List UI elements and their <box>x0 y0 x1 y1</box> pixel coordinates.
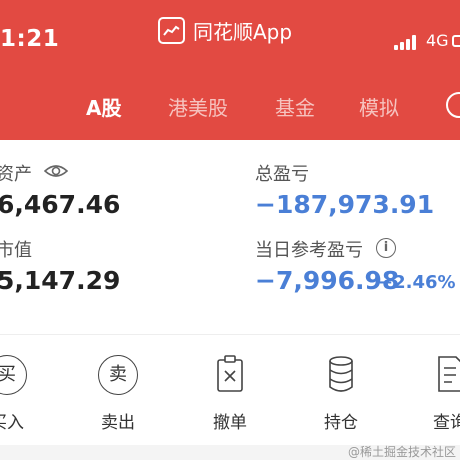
query-label: 查询 <box>433 413 460 433</box>
market-value: 5,147.29 <box>0 266 121 295</box>
network-type: 4G <box>426 31 449 50</box>
signal-icon <box>394 34 416 50</box>
daily-pl-percent: −2.46% <box>378 272 456 293</box>
positions-icon <box>329 356 353 392</box>
cancel-order-icon <box>217 355 243 392</box>
buy-label: 买入 <box>0 413 24 433</box>
market-value-label: 市值 <box>0 240 32 261</box>
sell-icon: 卖 <box>98 355 138 395</box>
assets-label: 资产 <box>0 164 32 185</box>
positions-label: 持仓 <box>324 413 358 433</box>
daily-pl-label: 当日参考盈亏 <box>255 240 363 261</box>
account-summary-card <box>0 140 460 334</box>
battery-icon <box>452 35 460 47</box>
trade-actions-bar: 买 买入 卖 卖出 撤单 持仓 查询 <box>0 334 460 445</box>
cancel-order-label: 撤单 <box>213 413 247 433</box>
buy-icon: 买 <box>0 355 27 395</box>
app-title: 同花顺App <box>193 20 293 44</box>
tab-simulation[interactable]: 模拟 <box>359 92 399 121</box>
total-pl-label: 总盈亏 <box>255 164 309 185</box>
tab-funds[interactable]: 基金 <box>275 92 315 121</box>
buy-button[interactable]: 买 买入 <box>0 355 47 433</box>
info-icon[interactable]: i <box>376 238 396 258</box>
cancel-order-button[interactable]: 撤单 <box>190 355 270 433</box>
sell-label: 卖出 <box>101 413 135 433</box>
total-pl-value: −187,973.91 <box>255 190 435 219</box>
market-tabs: A股 港美股 基金 模拟 <box>0 92 460 124</box>
sell-button[interactable]: 卖 卖出 <box>78 355 158 433</box>
tab-a-shares[interactable]: A股 <box>86 92 121 121</box>
app-header: 1:21 同花顺App 4G A股 港美股 基金 模拟 <box>0 0 460 140</box>
positions-button[interactable]: 持仓 <box>301 355 381 433</box>
status-time: 1:21 <box>0 26 60 52</box>
query-button[interactable]: 查询 <box>410 355 460 433</box>
watermark: @稀土掘金技术社区 <box>347 445 456 459</box>
app-logo-icon <box>158 17 185 44</box>
eye-icon[interactable] <box>44 162 68 180</box>
tab-hk-us-stocks[interactable]: 港美股 <box>168 92 228 121</box>
assets-value: 6,467.46 <box>0 190 121 219</box>
app-title-badge: 同花顺App <box>158 16 292 45</box>
query-icon <box>438 356 460 392</box>
